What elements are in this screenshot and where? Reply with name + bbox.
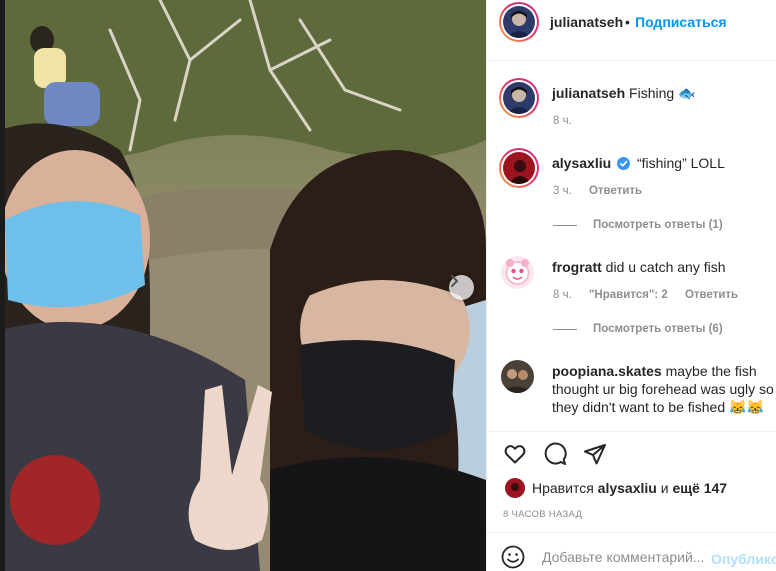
reply-button[interactable]: Ответить (685, 289, 738, 301)
likes-conj: и (660, 480, 669, 496)
comment-text: frogratt did u catch any fish (552, 258, 726, 276)
publish-button[interactable]: Опублико (711, 551, 776, 567)
post-photo (0, 0, 486, 571)
comment-text: alysaxliu “fishing” LOLL (552, 154, 725, 172)
caption-username[interactable]: julianatseh (552, 85, 625, 101)
next-photo-button[interactable] (449, 275, 474, 300)
comment-body-line3: they didn't want to be fished 😹😹 (552, 399, 764, 415)
post-header: julianatseh • Подписаться (487, 0, 776, 61)
comment-time[interactable]: 8 ч. (553, 289, 572, 301)
verified-badge-icon (617, 157, 631, 170)
comment-time[interactable]: 3 ч. (553, 185, 572, 197)
comment-text: poopiana.skates maybe the fish thought u… (552, 362, 776, 416)
emoji-icon (501, 545, 525, 569)
author-avatar[interactable] (499, 2, 539, 42)
share-button[interactable] (583, 442, 607, 469)
caption-text: julianatseh Fishing 🐟 (552, 84, 695, 102)
comment-username[interactable]: alysaxliu (552, 155, 611, 171)
comment-avatar-frogratt[interactable] (501, 256, 534, 289)
comment-username[interactable]: poopiana.skates (552, 363, 662, 379)
likes-count[interactable]: ещё 147 (672, 480, 727, 496)
view-replies-label: Посмотреть ответы (6) (593, 323, 723, 335)
comment-meta: 8 ч. "Нравится": 2 Ответить (553, 289, 752, 301)
comment-body: “fishing” LOLL (636, 155, 725, 171)
comment-avatar-poopiana[interactable] (501, 360, 534, 393)
comment-body-line2: thought ur big forehead was ugly so (552, 381, 774, 397)
caption-meta: 8 ч. (553, 115, 586, 127)
actions-divider (487, 431, 776, 432)
chevron-right-icon (451, 275, 458, 287)
replies-divider (553, 224, 577, 226)
comment-avatar-alysaxliu[interactable] (499, 148, 539, 188)
comment-likes[interactable]: "Нравится": 2 (589, 289, 668, 301)
comment-body: did u catch any fish (605, 259, 726, 275)
likes-summary: Нравится alysaxliu и ещё 147 (505, 478, 727, 498)
view-replies-label: Посмотреть ответы (1) (593, 219, 723, 231)
view-replies-button[interactable]: Посмотреть ответы (6) (553, 323, 723, 335)
share-icon (584, 444, 606, 465)
like-button[interactable] (503, 442, 527, 469)
add-comment-divider (487, 532, 776, 533)
replies-divider (553, 328, 577, 330)
comment-input[interactable] (542, 549, 712, 565)
caption-avatar[interactable] (499, 78, 539, 118)
photo-edge (0, 0, 5, 571)
post-time-ago[interactable]: 8 ЧАСОВ НАЗАД (503, 509, 582, 520)
liker-username[interactable]: alysaxliu (598, 480, 657, 496)
comment-icon (544, 442, 567, 465)
comment-username[interactable]: frogratt (552, 259, 602, 275)
view-replies-button[interactable]: Посмотреть ответы (1) (553, 219, 723, 231)
post-side-panel: julianatseh • Подписаться julianatseh Fi… (486, 0, 776, 571)
comment-body-line1: maybe the fish (665, 363, 757, 379)
caption-body: Fishing 🐟 (629, 85, 696, 101)
emoji-button[interactable] (501, 545, 525, 571)
follow-button[interactable]: Подписаться (635, 14, 727, 30)
comment-meta: 3 ч. Ответить (553, 185, 656, 197)
header-username[interactable]: julianatseh (550, 14, 623, 30)
photo-illustration (0, 0, 486, 571)
liker-avatar[interactable] (505, 478, 525, 498)
caption-time[interactable]: 8 ч. (553, 115, 572, 127)
header-separator: • (625, 14, 630, 30)
heart-icon (504, 445, 526, 464)
reply-button[interactable]: Ответить (589, 185, 642, 197)
likes-prefix: Нравится (532, 480, 594, 496)
comment-button[interactable] (543, 442, 567, 469)
